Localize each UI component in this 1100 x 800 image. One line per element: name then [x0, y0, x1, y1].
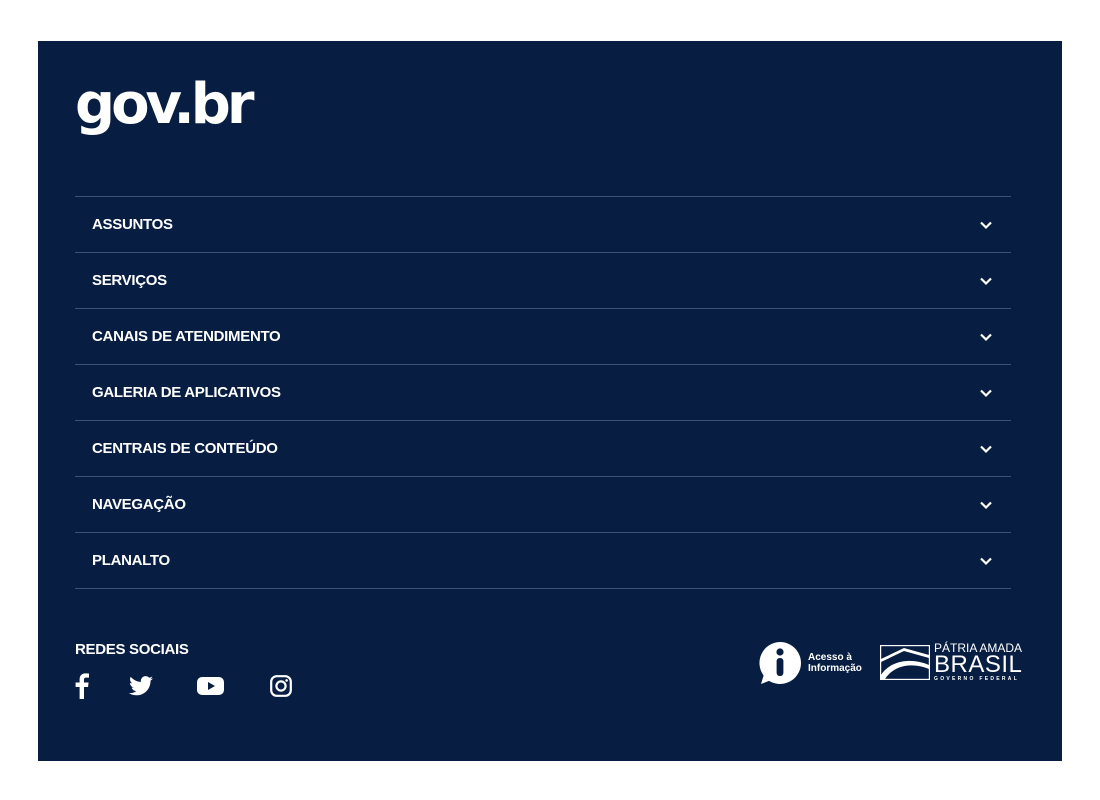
- menu-item-canais[interactable]: CANAIS DE ATENDIMENTO: [75, 309, 1011, 365]
- acesso-line1: Acesso à: [808, 652, 852, 663]
- menu-item-navegacao[interactable]: NAVEGAÇÃO: [75, 477, 1011, 533]
- menu-item-planalto[interactable]: PLANALTO: [75, 533, 1011, 589]
- menu-item-label: GALERIA DE APLICATIVOS: [92, 384, 281, 401]
- chevron-down-icon: [980, 557, 992, 565]
- site-footer: gov.br ASSUNTOS SERVIÇOS CANAIS DE ATEND…: [38, 41, 1062, 761]
- social-title: REDES SOCIAIS: [75, 641, 189, 658]
- menu-item-label: CENTRAIS DE CONTEÚDO: [92, 440, 278, 457]
- patria-line2: BRASIL: [934, 651, 1023, 678]
- menu-item-label: ASSUNTOS: [92, 216, 173, 233]
- menu-item-label: CANAIS DE ATENDIMENTO: [92, 328, 281, 345]
- menu-item-servicos[interactable]: SERVIÇOS: [75, 253, 1011, 309]
- govbr-logo[interactable]: gov.br: [75, 77, 254, 133]
- facebook-icon[interactable]: [75, 673, 89, 699]
- chevron-down-icon: [980, 221, 992, 229]
- instagram-icon[interactable]: [270, 675, 292, 697]
- info-icon: [759, 642, 801, 684]
- chevron-down-icon: [980, 445, 992, 453]
- menu-item-galeria[interactable]: GALERIA DE APLICATIVOS: [75, 365, 1011, 421]
- patria-line3: GOVERNO FEDERAL: [934, 676, 1020, 682]
- menu-item-centrais[interactable]: CENTRAIS DE CONTEÚDO: [75, 421, 1011, 477]
- menu-item-label: NAVEGAÇÃO: [92, 496, 186, 513]
- twitter-icon[interactable]: [129, 676, 153, 696]
- chevron-down-icon: [980, 389, 992, 397]
- chevron-down-icon: [980, 501, 992, 509]
- chevron-down-icon: [980, 277, 992, 285]
- youtube-icon[interactable]: [197, 676, 224, 696]
- social-links: [75, 673, 292, 699]
- patria-amada-brasil-logo[interactable]: PÁTRIA AMADA BRASIL GOVERNO FEDERAL: [880, 642, 1022, 682]
- menu-item-label: PLANALTO: [92, 552, 170, 569]
- acesso-informacao-logo[interactable]: Acesso à Informação: [758, 641, 862, 685]
- acesso-line2: Informação: [808, 663, 862, 674]
- menu-item-label: SERVIÇOS: [92, 272, 167, 289]
- chevron-down-icon: [980, 333, 992, 341]
- planalto-emblem-icon: [880, 644, 930, 680]
- footer-menu: ASSUNTOS SERVIÇOS CANAIS DE ATENDIMENTO …: [75, 196, 1011, 589]
- menu-item-assuntos[interactable]: ASSUNTOS: [75, 197, 1011, 253]
